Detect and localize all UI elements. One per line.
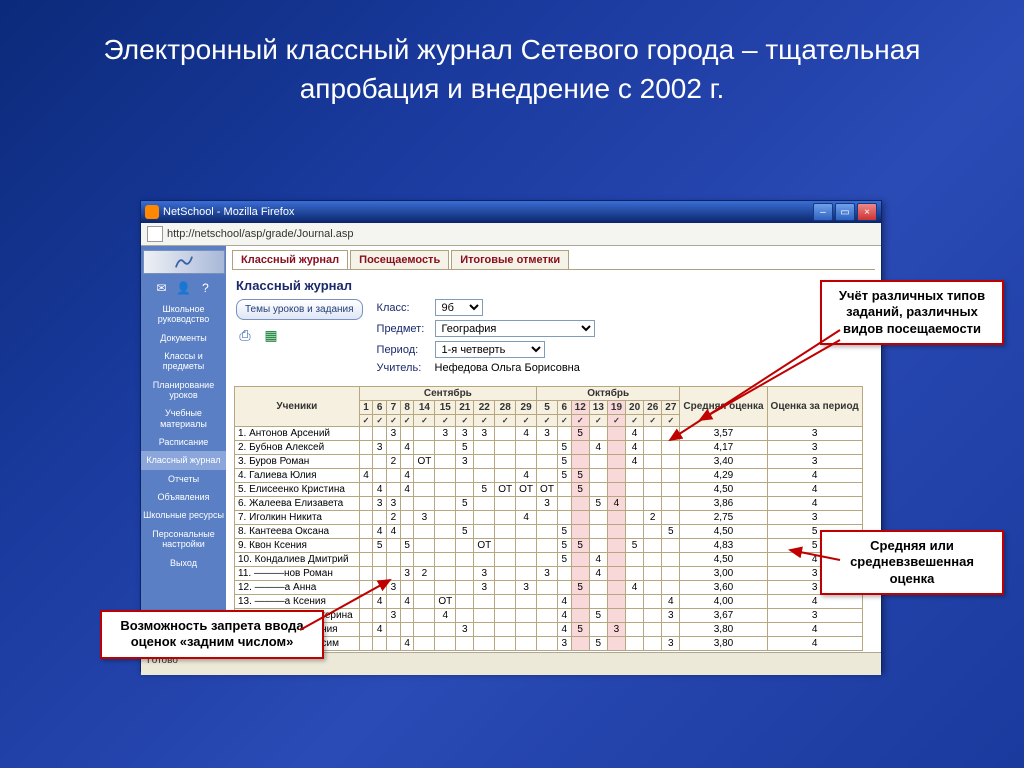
print-icon[interactable]: ⎙ (236, 326, 254, 344)
table-row[interactable]: 10. Кондалиев Дмитрий544,504 (235, 553, 863, 567)
close-button[interactable]: × (857, 203, 877, 221)
table-row[interactable]: 15. Молодева Ксения434533,804 (235, 623, 863, 637)
period-select[interactable]: 1-я четверть (435, 341, 545, 358)
grade-table: УченикиСентябрьОктябрьСредняя оценкаОцен… (234, 386, 863, 651)
callout-types: Учёт различных типов заданий, различных … (820, 280, 1004, 345)
table-row[interactable]: 11. ———нов Роман323343,003 (235, 567, 863, 581)
url-text[interactable]: http://netschool/asp/grade/Journal.asp (167, 228, 354, 240)
tab-bar: Классный журналПосещаемостьИтоговые отме… (232, 250, 875, 270)
period-label: Период: (377, 344, 435, 356)
table-row[interactable]: 6. Жалеева Елизавета3353543,864 (235, 497, 863, 511)
sidebar-item[interactable]: Расписание (141, 433, 226, 451)
table-row[interactable]: 4. Галиева Юлия444554,294 (235, 469, 863, 483)
maximize-button[interactable]: ▭ (835, 203, 855, 221)
class-label: Класс: (377, 302, 435, 314)
window-titlebar: NetSchool - Mozilla Firefox – ▭ × (141, 201, 881, 223)
browser-window: NetSchool - Mozilla Firefox – ▭ × http:/… (140, 200, 882, 672)
sidebar-item[interactable]: Документы (141, 329, 226, 347)
page-icon (147, 226, 163, 242)
sidebar-item[interactable]: Персональные настройки (141, 525, 226, 554)
tab[interactable]: Классный журнал (232, 250, 348, 269)
window-title: NetSchool - Mozilla Firefox (163, 206, 294, 218)
sidebar: ✉ 👤 ? Школьное руководствоДокументыКласс… (141, 246, 226, 652)
sidebar-item[interactable]: Классы и предметы (141, 347, 226, 376)
sidebar-item[interactable]: Учебные материалы (141, 404, 226, 433)
callout-backdate: Возможность запрета ввода оценок «задним… (100, 610, 324, 659)
minimize-button[interactable]: – (813, 203, 833, 221)
subject-label: Предмет: (377, 323, 435, 335)
table-row[interactable]: 8. Кантеева Оксана445554,505 (235, 525, 863, 539)
main-area: Классный журналПосещаемостьИтоговые отме… (226, 246, 881, 652)
grade-table-wrap: УченикиСентябрьОктябрьСредняя оценкаОцен… (226, 378, 881, 651)
table-row[interactable]: 7. Иголкин Никита23422,753 (235, 511, 863, 525)
tab[interactable]: Итоговые отметки (451, 250, 569, 269)
class-select[interactable]: 9б (435, 299, 483, 316)
tab[interactable]: Посещаемость (350, 250, 449, 269)
firefox-icon (145, 205, 159, 219)
help-icon[interactable]: ? (197, 280, 215, 296)
table-row[interactable]: 12. ———а Анна333543,603 (235, 581, 863, 595)
user-icon[interactable]: 👤 (175, 280, 193, 296)
mail-icon[interactable]: ✉ (153, 280, 171, 296)
callout-average: Средняя или средневзвешенная оценка (820, 530, 1004, 595)
address-bar: http://netschool/asp/grade/Journal.asp (141, 223, 881, 246)
sidebar-item[interactable]: Школьные ресурсы (141, 506, 226, 524)
teacher-value: Нефедова Ольга Борисовна (435, 362, 580, 374)
topics-button[interactable]: Темы уроков и задания (236, 299, 363, 320)
sidebar-item[interactable]: Отчеты (141, 470, 226, 488)
sidebar-item[interactable]: Школьное руководство (141, 300, 226, 329)
page-heading: Классный журнал (236, 278, 871, 293)
table-row[interactable]: 5. Елисеенко Кристина445ОТОТОТ54,504 (235, 483, 863, 497)
app-logo (143, 250, 225, 274)
table-row[interactable]: 9. Квон Ксения55ОТ5554,835 (235, 539, 863, 553)
table-row[interactable]: 13. ———а Ксения44ОТ444,004 (235, 595, 863, 609)
subject-select[interactable]: География (435, 320, 595, 337)
sidebar-item[interactable]: Объявления (141, 488, 226, 506)
table-row[interactable]: 2. Бубнов Алексей3455444,173 (235, 441, 863, 455)
excel-icon[interactable]: ▦ (262, 326, 280, 344)
table-row[interactable]: 3. Буров Роман2ОТ3543,403 (235, 455, 863, 469)
sidebar-item[interactable]: Классный журнал (141, 451, 226, 469)
slide-title: Электронный классный журнал Сетевого гор… (0, 0, 1024, 124)
teacher-label: Учитель: (377, 362, 435, 374)
table-row[interactable]: 14. ———ова Екатерина344533,673 (235, 609, 863, 623)
sidebar-item[interactable]: Выход (141, 554, 226, 572)
table-row[interactable]: 1. Антонов Арсений333343543,573 (235, 427, 863, 441)
sidebar-item[interactable]: Планирование уроков (141, 376, 226, 405)
table-row[interactable]: 16. Нестарых Максим43533,804 (235, 637, 863, 651)
